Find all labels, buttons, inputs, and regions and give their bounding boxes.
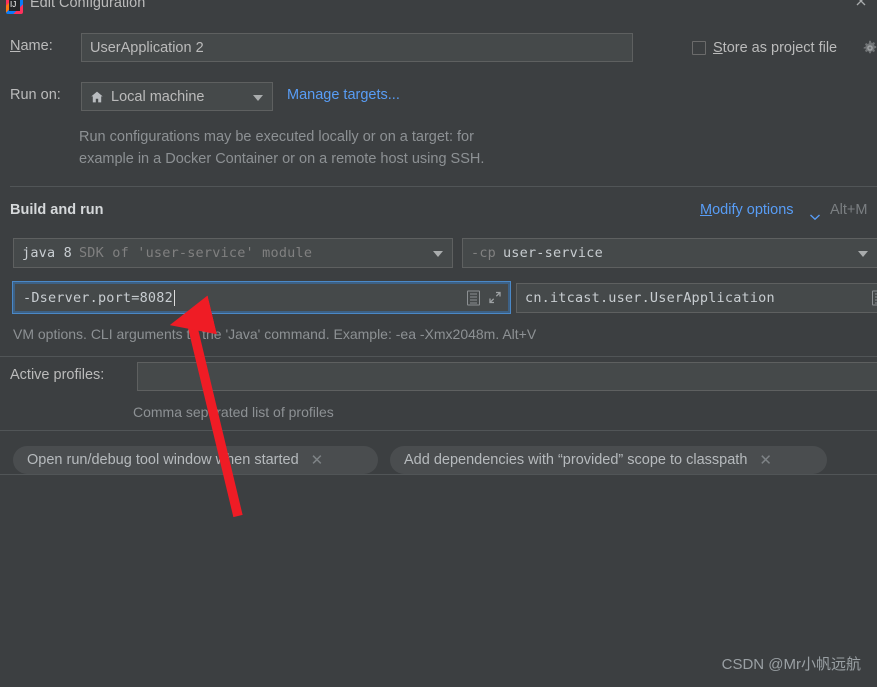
dialog-title-bar: Edit Configuration [0, 0, 877, 17]
manage-targets-link[interactable]: Manage targets... [287, 87, 400, 103]
vm-options-value: -Dserver.port=8082 [23, 289, 173, 306]
close-icon[interactable]: ✕ [759, 453, 772, 468]
chevron-down-icon[interactable] [809, 208, 821, 226]
vm-options-input[interactable]: -Dserver.port=8082 [12, 281, 511, 314]
active-profiles-hint: Comma separated list of profiles [133, 404, 334, 420]
gear-icon[interactable] [862, 40, 877, 56]
modify-options-shortcut: Alt+M [830, 202, 868, 218]
text-caret [173, 289, 175, 306]
main-class-input[interactable]: cn.itcast.user.UserApplication [516, 283, 877, 313]
active-profiles-label: Active profiles: [10, 367, 105, 383]
run-on-combobox[interactable]: Local machine [81, 82, 273, 111]
run-on-value: Local machine [111, 88, 205, 105]
run-on-description-line-1: Run configurations may be executed local… [79, 129, 474, 145]
modify-options-link[interactable]: Modify options [700, 202, 794, 218]
close-icon[interactable]: ✕ [311, 453, 324, 468]
chevron-down-icon[interactable] [433, 251, 443, 257]
name-input-value: UserApplication 2 [90, 39, 204, 56]
run-on-label: Run on: [10, 87, 61, 103]
name-label: Name: [10, 38, 53, 54]
classpath-module-value: user-service [502, 245, 603, 261]
build-and-run-heading: Build and run [10, 202, 104, 218]
option-chip-open-run-debug-tool-window[interactable]: Open run/debug tool window when started … [13, 446, 378, 474]
classpath-flag-label: -cp [471, 245, 496, 261]
chevron-down-icon[interactable] [253, 94, 263, 101]
document-list-icon[interactable] [467, 290, 480, 305]
intellij-idea-icon [6, 0, 23, 14]
option-chip-label: Open run/debug tool window when started [27, 452, 299, 468]
row-divider-3 [0, 474, 877, 475]
classpath-module-combobox[interactable]: -cp user-service [462, 238, 877, 268]
store-as-project-file-label: Store as project file [713, 40, 838, 56]
jdk-secondary-label: SDK of 'user-service' module [78, 245, 313, 261]
watermark: CSDN @Mr小帆远航 [721, 656, 861, 673]
jdk-combobox[interactable]: java 8 SDK of 'user-service' module [13, 238, 453, 268]
home-icon [90, 90, 104, 104]
store-as-project-file-box[interactable] [692, 41, 706, 55]
row-divider-2 [0, 430, 877, 431]
option-chip-add-provided-scope-dependencies[interactable]: Add dependencies with “provided” scope t… [390, 446, 827, 474]
section-divider [10, 186, 877, 187]
option-chip-label: Add dependencies with “provided” scope t… [404, 452, 748, 468]
main-class-value: cn.itcast.user.UserApplication [525, 290, 775, 306]
row-divider-1 [0, 356, 877, 357]
jdk-primary-label: java 8 [22, 245, 72, 261]
close-icon[interactable] [853, 0, 869, 9]
name-input[interactable]: UserApplication 2 [81, 33, 633, 62]
run-on-description-line-2: example in a Docker Container or on a re… [79, 151, 485, 167]
vm-options-hint: VM options. CLI arguments to the 'Java' … [13, 326, 537, 342]
store-as-project-file-checkbox[interactable]: Store as project file [692, 40, 837, 56]
expand-icon[interactable] [488, 291, 502, 305]
active-profiles-input[interactable] [137, 362, 877, 391]
dialog-title: Edit Configuration [30, 0, 146, 11]
chevron-down-icon[interactable] [858, 251, 868, 257]
document-list-icon[interactable] [872, 290, 877, 306]
